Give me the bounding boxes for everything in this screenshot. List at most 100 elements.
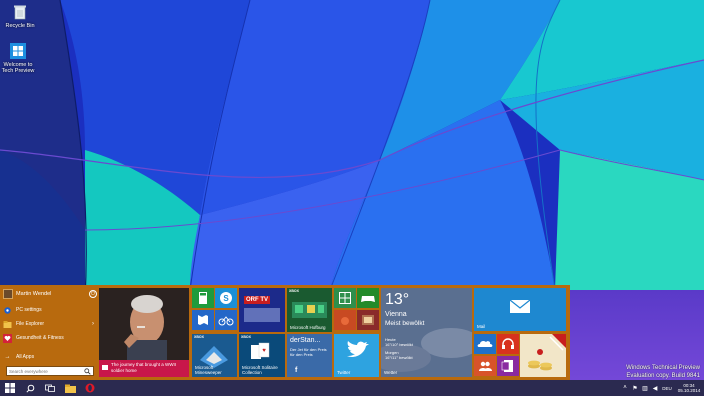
twitter-bird-icon: [347, 341, 369, 357]
minesweeper-art: [200, 346, 228, 368]
people-icon: [479, 361, 492, 371]
orf-logo: ORF TV: [244, 296, 270, 304]
menu-item-health-fitness[interactable]: Gesundheit & Fitness: [3, 332, 97, 344]
tile-orf-tvthek[interactable]: ORF TV: [239, 288, 285, 332]
search-icon: [25, 384, 34, 393]
desktop-icon-welcome[interactable]: Welcome to Tech Preview: [0, 42, 38, 74]
build-watermark: Windows Technical Preview Evaluation cop…: [626, 364, 700, 380]
xbox-badge: XBOX: [194, 335, 204, 339]
avatar: [3, 289, 13, 299]
system-tray: ˄ ⚑ ▥ ◀ DEU 00:34 05.10.2014: [620, 380, 704, 396]
skype-icon: S: [220, 292, 232, 304]
menu-item-file-explorer[interactable]: File Explorer ›: [3, 318, 97, 330]
orf-tile-grid: [244, 308, 280, 322]
flag-icon[interactable]: ⚑: [630, 380, 640, 396]
onenote-icon: [501, 360, 513, 372]
power-icon[interactable]: ⏻: [89, 290, 97, 298]
weather-tomorrow-value: 16°/11° bewölkt: [385, 355, 413, 360]
tile-twitter[interactable]: Twitter: [334, 334, 379, 377]
user-account[interactable]: Martin Wendel ⏻: [3, 288, 97, 300]
menu-item-label: PC settings: [16, 307, 42, 313]
tile-label: Twitter: [337, 370, 351, 375]
tile-games[interactable]: [357, 288, 379, 308]
tile-bank[interactable]: [520, 334, 566, 377]
derstandard-title: derStan...: [290, 337, 321, 344]
cloud-icon: [477, 340, 493, 347]
news-caption: The journey that brought a WWII soldier …: [111, 362, 177, 373]
tile-calculator[interactable]: [192, 288, 214, 308]
news-icon: [102, 365, 108, 370]
tile-news[interactable]: The journey that brought a WWII soldier …: [99, 288, 189, 377]
start-menu-left-pane: Martin Wendel ⏻ PC settings File Explore…: [0, 285, 98, 380]
tile-minesweeper[interactable]: XBOX Microsoft Minesweeper: [192, 334, 237, 377]
chevron-up-icon[interactable]: ˄: [620, 380, 630, 396]
menu-item-label: Gesundheit & Fitness: [16, 335, 64, 341]
desktop-icon-recycle-bin[interactable]: Recycle Bin: [2, 3, 38, 29]
menu-item-pc-settings[interactable]: PC settings: [3, 304, 97, 316]
watermark-line-2: Evaluation copy. Build 9841: [626, 373, 700, 379]
tile-store[interactable]: [334, 288, 356, 308]
folder-icon: [64, 384, 76, 393]
weather-today-value: 16°/10° bewölkt: [385, 342, 413, 347]
tile-food[interactable]: [334, 310, 356, 330]
calculator-icon: [199, 292, 207, 304]
headphones-icon: [502, 338, 514, 349]
tile-maps[interactable]: [192, 310, 214, 330]
tile-label: Wetter: [384, 370, 398, 375]
start-button[interactable]: [0, 380, 20, 396]
tile-weather[interactable]: 13° Vienna Meist bewölkt Heute 16°/10° b…: [381, 288, 472, 377]
folder-icon: [3, 320, 12, 329]
taskbar-search-button[interactable]: [20, 380, 40, 396]
arrow-right-icon: →: [4, 354, 11, 360]
hofburg-art: [292, 302, 327, 318]
apple-icon: [341, 317, 349, 325]
gear-icon: [3, 306, 12, 315]
taskbar-file-explorer[interactable]: [60, 380, 80, 396]
opera-icon: [85, 383, 95, 393]
tile-label: Microsoft Minesweeper: [195, 365, 222, 375]
tile-people[interactable]: [215, 310, 237, 330]
chevron-right-icon: ›: [92, 321, 94, 327]
search-icon[interactable]: [83, 367, 91, 375]
taskbar-opera[interactable]: [80, 380, 100, 396]
watermark-line-1: Windows Technical Preview: [626, 365, 700, 371]
tile-derstandard[interactable]: derStan... Der Jet für den Preis für den…: [287, 334, 332, 377]
network-icon[interactable]: ▥: [640, 380, 650, 396]
task-view-button[interactable]: [40, 380, 60, 396]
store-icon: [339, 292, 351, 304]
weather-city: Vienna: [385, 311, 407, 318]
tile-music[interactable]: [497, 334, 519, 354]
news-photo: [99, 288, 189, 360]
menu-item-label: All Apps: [16, 354, 35, 360]
tile-onenote[interactable]: [497, 356, 519, 376]
facebook-icon: f: [295, 367, 298, 374]
bank-logo: [528, 334, 566, 371]
menu-item-label: File Explorer: [16, 321, 45, 327]
task-view-icon: [45, 384, 55, 392]
clock[interactable]: 00:34 05.10.2014: [674, 383, 704, 394]
taskbar: ˄ ⚑ ▥ ◀ DEU 00:34 05.10.2014: [0, 380, 704, 396]
xbox-badge: XBOX: [289, 289, 299, 293]
search-input[interactable]: [7, 367, 83, 375]
tile-label: Microsoft Solitaire Collection: [242, 365, 278, 375]
language-indicator[interactable]: DEU: [660, 380, 674, 396]
tile-skype[interactable]: S: [215, 288, 237, 308]
tile-photos[interactable]: [357, 310, 379, 330]
xbox-badge: XBOX: [241, 335, 251, 339]
svg-text:S: S: [223, 294, 229, 303]
tile-people-app[interactable]: [474, 356, 496, 376]
derstandard-text: Der Jet für den Preis für den Preis: [290, 347, 327, 357]
solitaire-art: ♥: [251, 342, 270, 359]
tile-solitaire[interactable]: XBOX ♥ Microsoft Solitaire Collection: [239, 334, 285, 377]
windows-logo-icon: [5, 383, 15, 393]
volume-icon[interactable]: ◀: [650, 380, 660, 396]
tile-onedrive[interactable]: [474, 334, 496, 354]
mail-icon: [509, 299, 531, 313]
menu-item-all-apps[interactable]: → All Apps: [3, 351, 97, 363]
tile-hofburg[interactable]: XBOX Microsoft Hofburg: [287, 288, 332, 332]
desktop-icon-label: Welcome to Tech Preview: [1, 62, 35, 74]
search-box[interactable]: [6, 366, 94, 376]
tile-mail[interactable]: Mail: [474, 288, 566, 331]
user-name: Martin Wendel: [16, 291, 52, 297]
maps-icon: [198, 315, 208, 325]
